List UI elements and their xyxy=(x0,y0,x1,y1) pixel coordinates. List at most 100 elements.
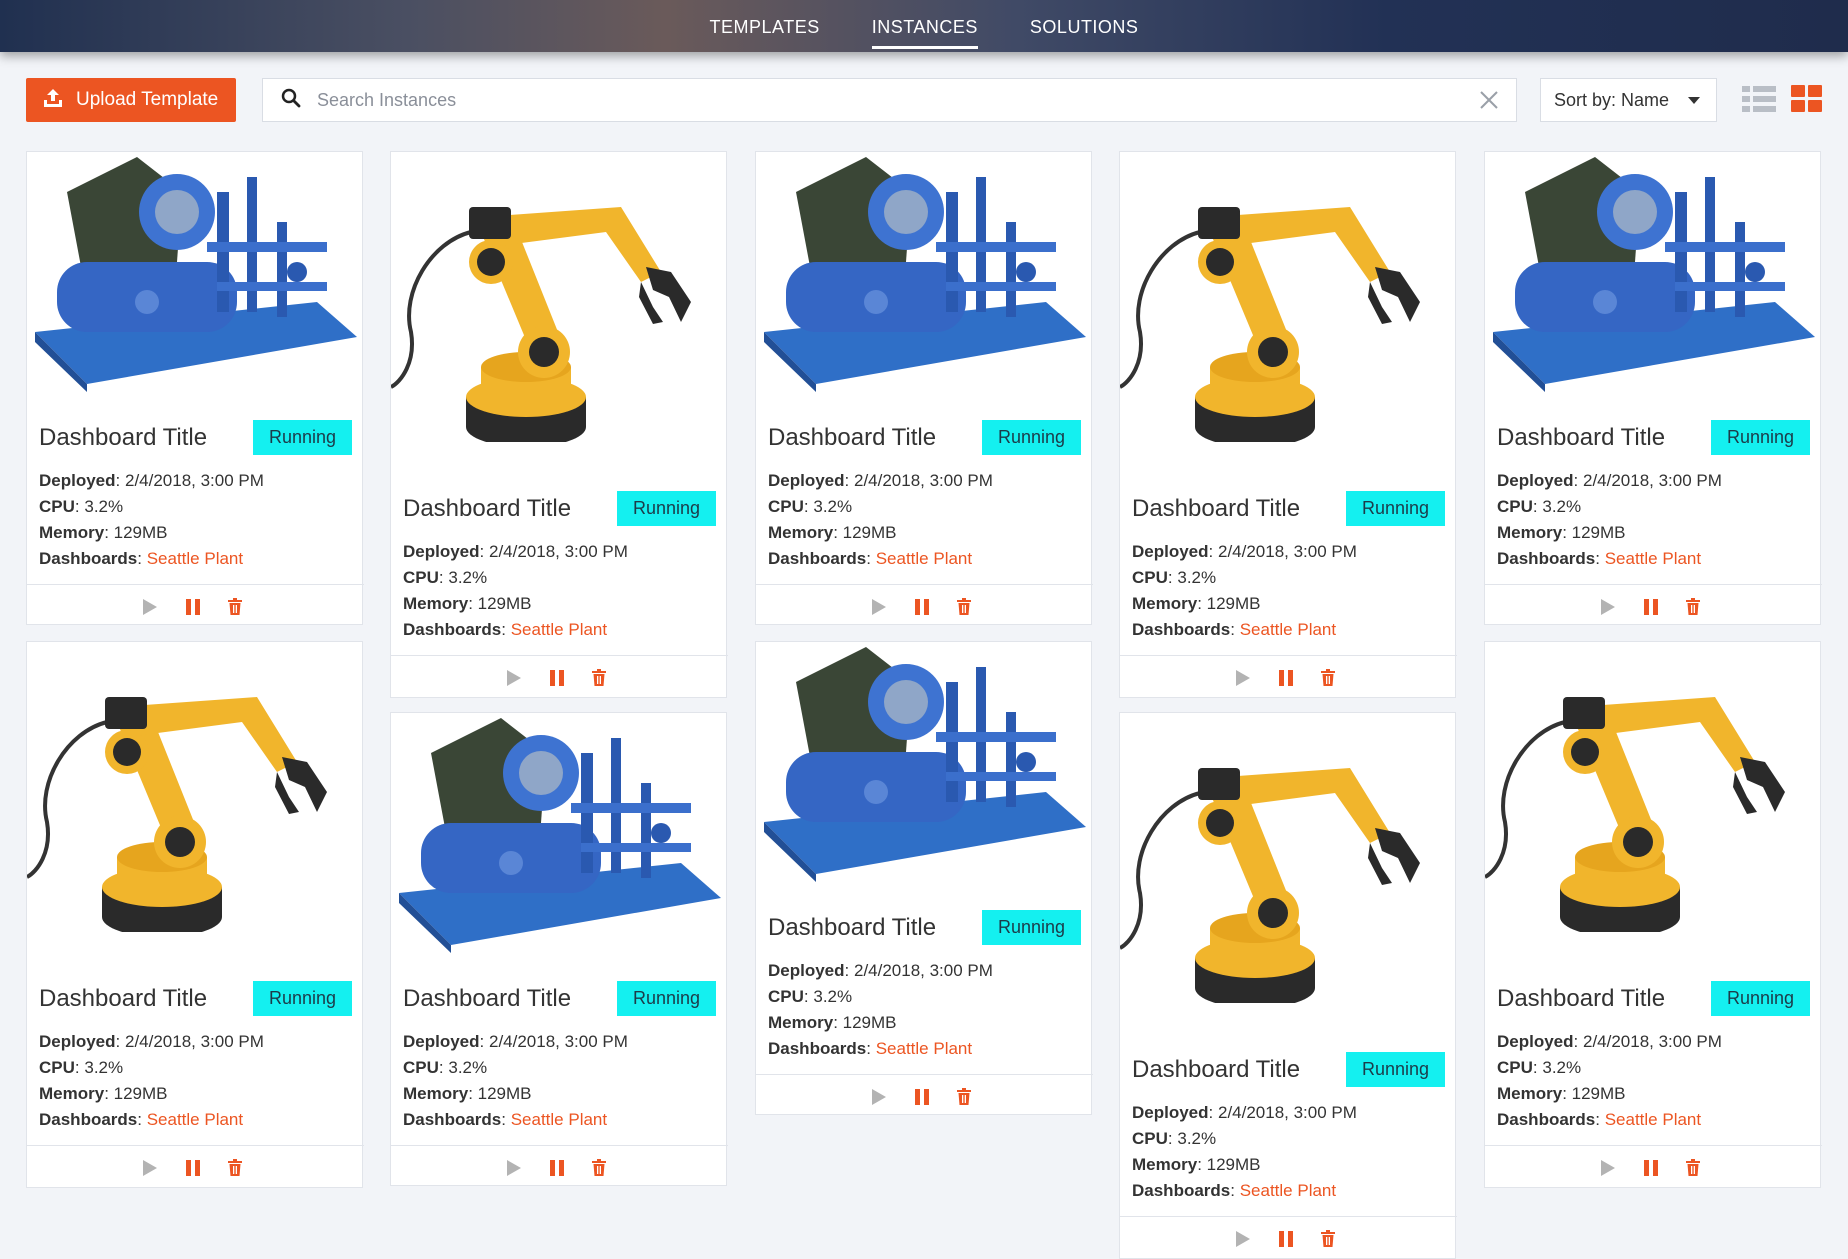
instance-card[interactable]: Dashboard Title Running Deployed: 2/4/2018… xyxy=(755,151,1093,625)
instance-card[interactable]: Dashboard Title Running Deployed: 2/4/2018… xyxy=(390,712,728,1186)
trash-icon[interactable] xyxy=(1320,1230,1336,1253)
trash-icon[interactable] xyxy=(1685,1159,1701,1182)
deployed-label: Deployed xyxy=(1497,1032,1574,1051)
memory-label: Memory xyxy=(768,523,834,542)
memory-row: Memory: 129MB xyxy=(1132,594,1261,613)
trash-icon[interactable] xyxy=(591,669,607,692)
pause-icon[interactable] xyxy=(549,669,565,692)
dashboards-link[interactable]: Seattle Plant xyxy=(1240,1181,1336,1200)
list-view-icon[interactable] xyxy=(1742,85,1776,113)
trash-icon[interactable] xyxy=(1685,598,1701,621)
memory-value: 129MB xyxy=(842,1013,897,1032)
deployed-value: 2/4/2018, 3:00 PM xyxy=(488,542,628,561)
pause-icon[interactable] xyxy=(1278,669,1294,692)
dashboards-label: Dashboards xyxy=(1132,1181,1231,1200)
play-icon[interactable] xyxy=(506,1159,522,1182)
memory-value: 129MB xyxy=(1571,523,1626,542)
card-actions xyxy=(1120,655,1457,698)
compressor-image xyxy=(764,157,1086,392)
instance-card[interactable]: Dashboard Title Running Deployed: 2/4/2018… xyxy=(1118,712,1457,1259)
deployed-row: Deployed: 2/4/2018, 3:00 PM xyxy=(1132,1103,1357,1122)
dashboards-link[interactable]: Seattle Plant xyxy=(511,1110,607,1129)
deployed-row: Deployed: 2/4/2018, 3:00 PM xyxy=(768,471,993,490)
close-icon[interactable] xyxy=(1478,89,1500,116)
cpu-row: CPU: 3.2% xyxy=(403,1058,488,1077)
dashboards-link[interactable]: Seattle Plant xyxy=(876,1039,972,1058)
dashboards-link[interactable]: Seattle Plant xyxy=(511,620,607,639)
card-title: Dashboard Title xyxy=(39,985,208,1012)
cpu-label: CPU xyxy=(1497,497,1533,516)
cpu-label: CPU xyxy=(1132,1129,1168,1148)
play-icon[interactable] xyxy=(1235,1230,1251,1253)
play-icon[interactable] xyxy=(871,1088,887,1111)
play-icon[interactable] xyxy=(1235,669,1251,692)
compressor-image xyxy=(399,718,721,953)
deployed-row: Deployed: 2/4/2018, 3:00 PM xyxy=(1497,1032,1722,1051)
instance-card[interactable]: Dashboard Title Running Deployed: 2/4/2018… xyxy=(389,151,728,698)
grid-view-icon[interactable] xyxy=(1791,85,1822,113)
trash-icon[interactable] xyxy=(956,1088,972,1111)
instance-card[interactable]: Dashboard Title Running Deployed: 2/4/2018… xyxy=(25,641,364,1188)
card-actions xyxy=(1485,584,1822,627)
trash-icon[interactable] xyxy=(956,598,972,621)
card-actions xyxy=(1485,1145,1822,1188)
dashboards-link[interactable]: Seattle Plant xyxy=(147,1110,243,1129)
status-badge: Running xyxy=(1711,420,1810,455)
play-icon[interactable] xyxy=(1600,1159,1616,1182)
dashboards-row: Dashboards: Seattle Plant xyxy=(39,549,244,568)
trash-icon[interactable] xyxy=(591,1159,607,1182)
trash-icon[interactable] xyxy=(227,598,243,621)
instance-card[interactable]: Dashboard Title Running Deployed: 2/4/2018… xyxy=(1118,151,1457,698)
dashboards-link[interactable]: Seattle Plant xyxy=(147,549,243,568)
pause-icon[interactable] xyxy=(549,1159,565,1182)
trash-icon[interactable] xyxy=(227,1159,243,1182)
deployed-label: Deployed xyxy=(39,1032,116,1051)
dashboards-link[interactable]: Seattle Plant xyxy=(1240,620,1336,639)
deployed-row: Deployed: 2/4/2018, 3:00 PM xyxy=(39,471,264,490)
pause-icon[interactable] xyxy=(1643,598,1659,621)
card-image xyxy=(1483,662,1822,937)
card-image xyxy=(389,172,728,447)
play-icon[interactable] xyxy=(506,669,522,692)
pause-icon[interactable] xyxy=(185,1159,201,1182)
upload-template-button[interactable]: Upload Template xyxy=(26,78,236,122)
dashboards-label: Dashboards xyxy=(1132,620,1231,639)
instance-card[interactable]: Dashboard Title Running Deployed: 2/4/2018… xyxy=(1483,641,1822,1188)
play-icon[interactable] xyxy=(871,598,887,621)
deployed-value: 2/4/2018, 3:00 PM xyxy=(853,471,993,490)
play-icon[interactable] xyxy=(1600,598,1616,621)
instance-card[interactable]: Dashboard Title Running Deployed: 2/4/2018… xyxy=(26,151,364,625)
play-icon[interactable] xyxy=(142,1159,158,1182)
tab-instances[interactable]: INSTANCES xyxy=(871,0,979,49)
status-badge: Running xyxy=(982,910,1081,945)
tab-solutions[interactable]: SOLUTIONS xyxy=(1030,0,1139,37)
dashboards-link[interactable]: Seattle Plant xyxy=(876,549,972,568)
robot-arm-image xyxy=(1483,697,1785,937)
trash-icon[interactable] xyxy=(1320,669,1336,692)
cpu-label: CPU xyxy=(403,568,439,587)
search-input[interactable]: Search Instances xyxy=(317,90,456,111)
memory-value: 129MB xyxy=(1206,594,1261,613)
cpu-value: 3.2% xyxy=(813,497,853,516)
instance-card[interactable]: Dashboard Title Running Deployed: 2/4/2018… xyxy=(1484,151,1822,627)
robot-arm-image xyxy=(25,697,327,937)
instance-card[interactable]: Dashboard Title Running Deployed: 2/4/2018… xyxy=(755,641,1093,1115)
card-image xyxy=(1118,733,1457,1008)
card-actions xyxy=(391,655,728,698)
sort-dropdown[interactable]: Sort by: Name xyxy=(1540,78,1717,122)
dashboards-label: Dashboards xyxy=(403,620,502,639)
memory-row: Memory: 129MB xyxy=(768,1013,897,1032)
cpu-label: CPU xyxy=(1132,568,1168,587)
pause-icon[interactable] xyxy=(914,598,930,621)
tab-templates[interactable]: TEMPLATES xyxy=(710,0,820,37)
search-bar[interactable]: Search Instances xyxy=(262,78,1517,122)
pause-icon[interactable] xyxy=(1278,1230,1294,1253)
dashboards-link[interactable]: Seattle Plant xyxy=(1605,549,1701,568)
deployed-label: Deployed xyxy=(1132,1103,1209,1122)
dashboards-link[interactable]: Seattle Plant xyxy=(1605,1110,1701,1129)
play-icon[interactable] xyxy=(142,598,158,621)
upload-template-label: Upload Template xyxy=(76,89,219,110)
pause-icon[interactable] xyxy=(1643,1159,1659,1182)
pause-icon[interactable] xyxy=(914,1088,930,1111)
pause-icon[interactable] xyxy=(185,598,201,621)
